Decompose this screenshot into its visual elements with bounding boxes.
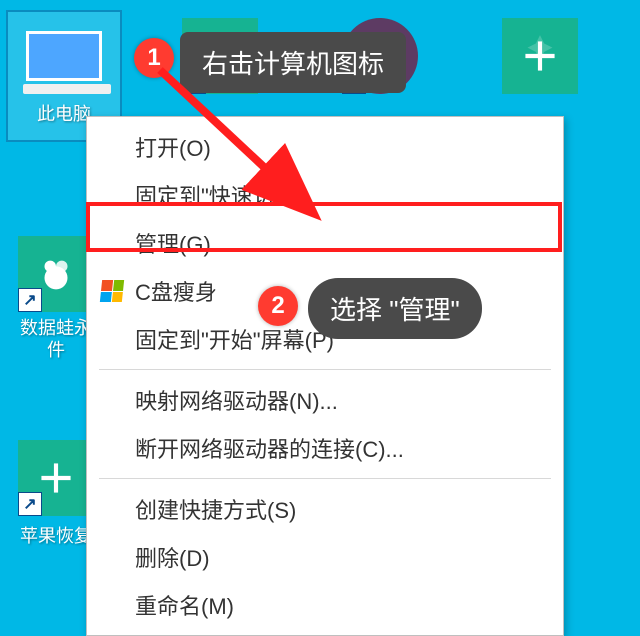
menu-separator (99, 369, 551, 370)
menu-item-label: 打开(O) (135, 131, 211, 163)
menu-item-manage[interactable]: 管理(G) (89, 219, 561, 267)
annotation-badge-2: 2 (258, 286, 298, 326)
menu-item-pin-quick-access[interactable]: 固定到"快速访问" (89, 171, 561, 219)
menu-item-delete[interactable]: 删除(D) (89, 533, 561, 581)
menu-item-label: 重命名(M) (135, 589, 234, 621)
callout-text: 右击计算机图标 (202, 49, 384, 79)
annotation-callout-2: 选择 "管理" (308, 278, 482, 339)
menu-item-disconnect-drive[interactable]: 断开网络驱动器的连接(C)... (89, 424, 561, 472)
menu-item-label: 固定到"开始"屏幕(P) (135, 323, 334, 355)
context-menu: 打开(O) 固定到"快速访问" 管理(G) C盘瘦身 固定到"开始"屏幕(P) … (86, 116, 564, 636)
menu-item-create-shortcut[interactable]: 创建快捷方式(S) (89, 485, 561, 533)
menu-item-map-drive[interactable]: 映射网络驱动器(N)... (89, 376, 561, 424)
shortcut-arrow-icon: ↗ (18, 288, 42, 312)
badge-number: 1 (147, 44, 160, 72)
desktop-icon-plus[interactable] (490, 18, 590, 100)
menu-item-label: C盘瘦身 (135, 275, 217, 307)
annotation-callout-1: 右击计算机图标 (180, 32, 406, 93)
menu-item-rename[interactable]: 重命名(M) (89, 581, 561, 629)
menu-item-label: 删除(D) (135, 541, 210, 573)
monitor-icon (26, 18, 102, 94)
menu-item-label: 固定到"快速访问" (135, 179, 305, 211)
annotation-badge-1: 1 (134, 38, 174, 78)
plus-tile-icon (502, 18, 578, 94)
badge-number: 2 (271, 292, 284, 320)
desktop-icon-this-pc[interactable]: 此电脑 (14, 18, 114, 126)
apple-recover-icon: ↗ (18, 440, 94, 516)
data-frog-icon: ↗ (18, 236, 94, 312)
menu-item-label: 创建快捷方式(S) (135, 493, 296, 525)
shortcut-arrow-icon: ↗ (18, 492, 42, 516)
menu-item-label: 管理(G) (135, 227, 211, 259)
windows-flag-icon (99, 278, 125, 304)
menu-separator (99, 478, 551, 479)
menu-item-label: 映射网络驱动器(N)... (135, 384, 338, 416)
menu-item-label: 断开网络驱动器的连接(C)... (135, 432, 404, 464)
menu-item-open[interactable]: 打开(O) (89, 123, 561, 171)
callout-text: 选择 "管理" (330, 295, 460, 325)
